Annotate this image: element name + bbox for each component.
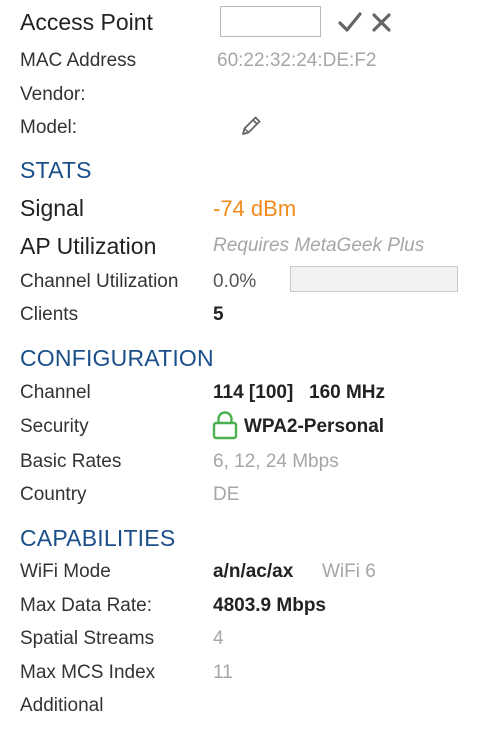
access-point-label: Access Point (20, 9, 153, 35)
lock-icon (212, 410, 238, 445)
clients-label: Clients (20, 304, 79, 325)
mac-address-value: 60:22:32:24:DE:F2 (217, 50, 377, 71)
spatial-streams-label: Spatial Streams (20, 628, 155, 649)
country-label: Country (20, 484, 87, 505)
clients-value: 5 (213, 304, 224, 325)
max-mcs-index-label: Max MCS Index (20, 662, 156, 683)
mac-address-label: MAC Address (20, 50, 137, 71)
signal-value: -74 dBm (213, 196, 297, 221)
pencil-icon[interactable] (238, 113, 264, 144)
security-value: WPA2-Personal (244, 416, 385, 437)
ap-utilization-label: AP Utilization (20, 233, 157, 259)
wifi-mode-value: a/n/ac/ax (213, 561, 294, 582)
model-label: Model: (20, 117, 78, 138)
max-data-rate-label: Max Data Rate: (20, 595, 152, 616)
max-data-rate-value: 4803.9 Mbps (213, 595, 326, 616)
wifi-generation-value: WiFi 6 (322, 561, 376, 582)
channel-utilization-value: 0.0% (213, 271, 257, 292)
channel-utilization-label: Channel Utilization (20, 271, 179, 292)
max-mcs-index-value: 11 (213, 662, 233, 683)
spatial-streams-value: 4 (213, 628, 224, 649)
capabilities-heading: CAPABILITIES (20, 525, 176, 551)
channel-utilization-bar (290, 266, 458, 292)
channel-label: Channel (20, 382, 91, 403)
configuration-heading: CONFIGURATION (20, 345, 214, 371)
close-icon[interactable] (371, 12, 392, 38)
basic-rates-label: Basic Rates (20, 451, 122, 472)
checkmark-icon[interactable] (338, 11, 362, 38)
additional-label: Additional (20, 695, 104, 716)
stats-heading: STATS (20, 157, 92, 183)
security-label: Security (20, 416, 89, 437)
country-value: DE (213, 484, 240, 505)
vendor-label: Vendor: (20, 84, 86, 105)
channel-value: 114 [100] (213, 382, 294, 403)
wifi-mode-label: WiFi Mode (20, 561, 111, 582)
channel-width-value: 160 MHz (309, 382, 386, 403)
access-point-name-input[interactable] (220, 6, 321, 37)
basic-rates-value: 6, 12, 24 Mbps (213, 451, 339, 472)
signal-label: Signal (20, 195, 84, 221)
ap-utilization-value: Requires MetaGeek Plus (213, 235, 425, 256)
